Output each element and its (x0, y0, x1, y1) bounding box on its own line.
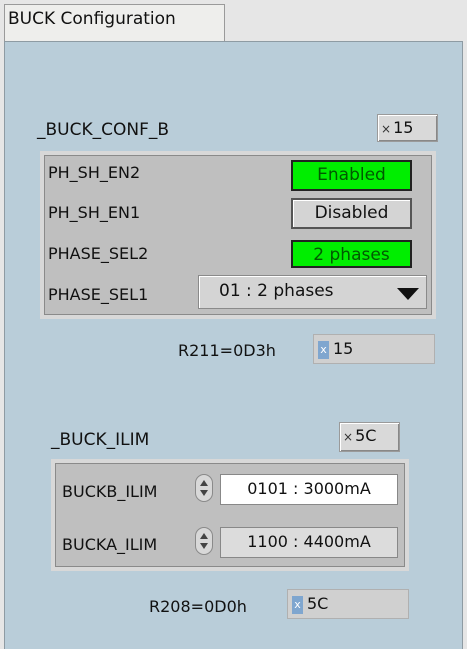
x-icon: × (343, 430, 354, 444)
buck-ilim-hex-input[interactable]: × 5C (339, 422, 400, 452)
r208-register-label: R208=0D0h (149, 597, 247, 616)
x-icon: x (292, 595, 303, 614)
phase-sel1-value: 01 : 2 phases (219, 281, 334, 301)
spin-up-icon[interactable] (200, 533, 208, 539)
ph-sh-en2-label: PH_SH_EN2 (48, 163, 141, 182)
ph-sh-en1-label: PH_SH_EN1 (48, 203, 141, 222)
x-icon: × (381, 122, 392, 136)
r208-register-value[interactable]: x 5C (287, 589, 409, 619)
chevron-down-icon[interactable] (397, 288, 419, 300)
buck-conf-b-hex-input[interactable]: × 15 (377, 114, 438, 142)
buck-ilim-title: _BUCK_ILIM (51, 430, 150, 450)
spin-down-icon[interactable] (200, 543, 208, 549)
buck-conf-b-title: _BUCK_CONF_B (37, 120, 170, 140)
bucka-ilim-label: BUCKA_ILIM (62, 535, 158, 554)
phase-sel1-label: PHASE_SEL1 (48, 285, 149, 304)
ph-sh-en2-toggle[interactable]: Enabled (291, 160, 412, 191)
buckb-ilim-label: BUCKB_ILIM (62, 482, 158, 501)
ph-sh-en1-toggle[interactable]: Disabled (291, 198, 412, 229)
group-title: BUCK Configuration (8, 9, 176, 29)
x-icon: x (318, 340, 329, 359)
phase-sel1-dropdown[interactable]: 01 : 2 phases (198, 275, 427, 309)
r211-register-value[interactable]: x 15 (313, 334, 435, 364)
phase-sel2-toggle[interactable]: 2 phases (291, 240, 412, 268)
r211-register-label: R211=0D3h (178, 341, 276, 360)
spin-down-icon[interactable] (200, 490, 208, 496)
spin-up-icon[interactable] (200, 480, 208, 486)
buckb-ilim-value[interactable]: 0101 : 3000mA (220, 474, 398, 505)
bucka-ilim-spinner[interactable] (195, 527, 213, 555)
phase-sel2-label: PHASE_SEL2 (48, 244, 149, 263)
bucka-ilim-value[interactable]: 1100 : 4400mA (220, 527, 398, 558)
buckb-ilim-spinner[interactable] (195, 474, 213, 502)
